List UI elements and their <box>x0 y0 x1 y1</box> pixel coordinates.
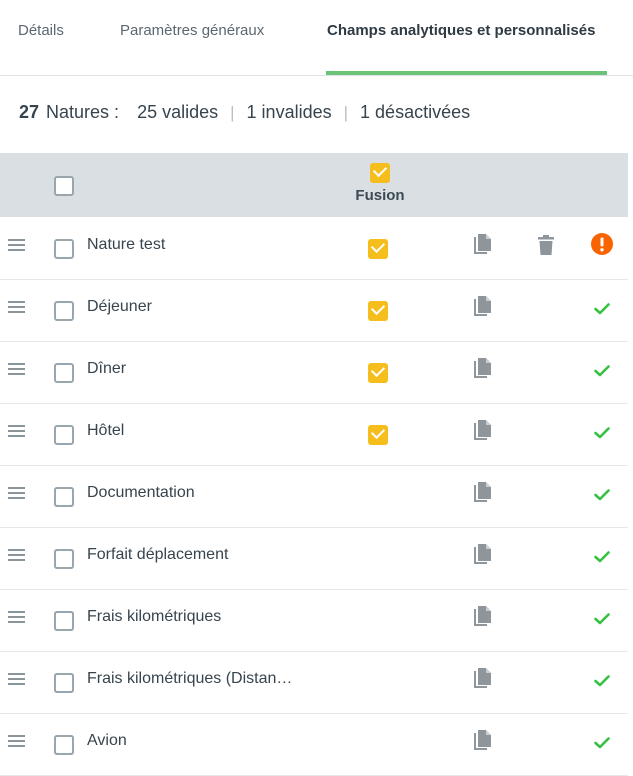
copy-icon[interactable] <box>474 606 492 633</box>
copy-icon[interactable] <box>474 296 492 323</box>
separator: | <box>343 103 349 122</box>
tab-bar: Détails Paramètres généraux Champs analy… <box>0 0 633 76</box>
table-row: Frais kilométriques (Distan… <box>0 652 628 714</box>
checkmark-icon <box>594 364 610 382</box>
drag-handle-icon[interactable] <box>8 301 25 313</box>
fusion-checkbox[interactable] <box>54 549 74 569</box>
nature-name[interactable]: Dîner <box>87 360 126 378</box>
valid-filter[interactable]: 25 valides <box>137 102 218 123</box>
select-all-checkbox[interactable] <box>54 176 74 196</box>
copy-icon[interactable] <box>474 544 492 571</box>
table-row: Hôtel <box>0 404 628 466</box>
checkmark-icon <box>594 736 610 754</box>
checkmark-icon <box>594 674 610 692</box>
drag-handle-icon[interactable] <box>8 549 25 561</box>
separator: | <box>230 103 235 122</box>
drag-handle-icon[interactable] <box>8 735 25 747</box>
fusion-all-checkbox[interactable] <box>370 163 390 183</box>
error-icon[interactable] <box>591 233 613 260</box>
copy-icon[interactable] <box>474 420 492 447</box>
nature-name[interactable]: Documentation <box>87 484 195 502</box>
checkmark-icon <box>594 550 610 568</box>
checkmark-icon <box>594 426 610 444</box>
table-row: Frais kilométriques <box>0 590 628 652</box>
invalid-filter[interactable]: 1 invalides <box>247 102 332 123</box>
natures-table-body: Nature test Déjeuner Dîner Hôtel Documentati… <box>0 218 628 776</box>
checkmark-icon <box>594 302 610 320</box>
row-select-checkbox[interactable] <box>54 363 74 383</box>
table-row: Avion <box>0 714 628 776</box>
table-row: Dîner <box>0 342 628 404</box>
fusion-checkbox[interactable] <box>368 425 388 445</box>
row-select-checkbox[interactable] <box>54 301 74 321</box>
natures-label: Natures : <box>46 102 120 122</box>
drag-handle-icon[interactable] <box>8 425 25 437</box>
fusion-header-label: Fusion <box>355 187 405 204</box>
fusion-checkbox[interactable] <box>368 301 388 321</box>
checkmark-icon <box>594 612 610 630</box>
nature-name[interactable]: Hôtel <box>87 422 124 440</box>
fusion-column-header: Fusion <box>352 163 408 204</box>
copy-icon[interactable] <box>474 730 492 757</box>
fusion-checkbox[interactable] <box>54 487 74 507</box>
fusion-checkbox[interactable] <box>368 363 388 383</box>
fusion-checkbox[interactable] <box>368 239 388 259</box>
fusion-checkbox[interactable] <box>54 611 74 631</box>
nature-name[interactable]: Frais kilométriques (Distan… <box>87 670 292 688</box>
drag-handle-icon[interactable] <box>8 363 25 375</box>
copy-icon[interactable] <box>474 358 492 385</box>
table-row: Forfait déplacement <box>0 528 628 590</box>
copy-icon[interactable] <box>474 668 492 695</box>
trash-icon[interactable] <box>538 235 554 260</box>
table-row: Déjeuner <box>0 280 628 342</box>
nature-name[interactable]: Frais kilométriques <box>87 608 221 626</box>
table-row: Documentation <box>0 466 628 528</box>
natures-summary: 27 Natures : 25 valides | 1 invalides | … <box>19 102 470 123</box>
drag-handle-icon[interactable] <box>8 239 25 251</box>
active-tab-indicator <box>326 71 607 75</box>
disabled-filter[interactable]: 1 désactivées <box>360 102 470 123</box>
copy-icon[interactable] <box>474 482 492 509</box>
row-select-checkbox[interactable] <box>54 239 74 259</box>
nature-name[interactable]: Nature test <box>87 236 165 254</box>
fusion-checkbox[interactable] <box>54 673 74 693</box>
nature-name[interactable]: Forfait déplacement <box>87 546 228 564</box>
drag-handle-icon[interactable] <box>8 611 25 623</box>
table-header: Fusion <box>0 153 628 217</box>
drag-handle-icon[interactable] <box>8 487 25 499</box>
nature-name[interactable]: Déjeuner <box>87 298 152 316</box>
natures-count: 27 <box>19 102 40 122</box>
row-select-checkbox[interactable] <box>54 425 74 445</box>
copy-icon[interactable] <box>474 234 492 261</box>
drag-handle-icon[interactable] <box>8 673 25 685</box>
fusion-checkbox[interactable] <box>54 735 74 755</box>
checkmark-icon <box>594 488 610 506</box>
tab-details[interactable]: Détails <box>18 22 64 39</box>
tab-analytic-custom-fields[interactable]: Champs analytiques et personnalisés <box>327 22 595 39</box>
tab-general-settings[interactable]: Paramètres généraux <box>120 22 264 39</box>
nature-name[interactable]: Avion <box>87 732 127 750</box>
table-row: Nature test <box>0 218 628 280</box>
